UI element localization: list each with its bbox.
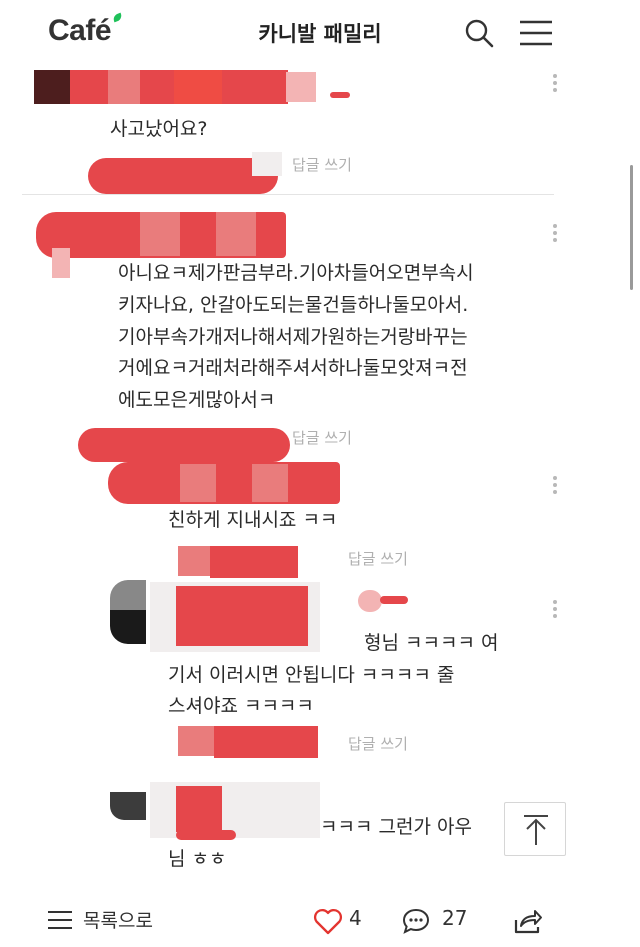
redaction-block: [286, 72, 316, 102]
redacted-date: [88, 158, 278, 194]
redaction-block: [52, 248, 70, 278]
reply-button[interactable]: 답글 쓰기: [348, 733, 408, 754]
like-count: 4: [349, 906, 362, 930]
redacted-avatar: [110, 580, 146, 610]
redaction-block: [180, 464, 216, 502]
divider: [22, 194, 554, 195]
redaction-block: [222, 70, 288, 104]
redaction-block: [216, 212, 256, 256]
comment-text-line: 님 ㅎㅎ: [168, 848, 227, 870]
comment-text-line: 형님 ㅋㅋㅋㅋ 여: [364, 632, 499, 654]
scroll-to-top-button[interactable]: [504, 802, 566, 856]
redacted-date: [178, 546, 210, 576]
reply-button[interactable]: 답글 쓰기: [292, 154, 352, 175]
list-button-label[interactable]: 목록으로: [83, 906, 153, 933]
list-icon[interactable]: [48, 909, 72, 931]
redaction-block: [176, 830, 236, 840]
redaction-block: [252, 152, 282, 176]
speech-bubble-icon[interactable]: [402, 908, 430, 934]
comment-count: 27: [442, 906, 468, 930]
redacted-author: [176, 786, 222, 832]
redacted-avatar: [34, 70, 72, 104]
scroll-indicator[interactable]: [630, 165, 633, 290]
more-options-icon[interactable]: [552, 476, 558, 498]
redaction-block: [140, 212, 180, 256]
search-icon[interactable]: [464, 18, 494, 48]
redaction-block: [140, 70, 175, 104]
redacted-author: [108, 462, 340, 504]
redaction-block: [214, 726, 318, 758]
comment-text-line: ㅋㅋㅋ 그런가 아우: [320, 816, 472, 838]
comment-text: 사고났어요?: [110, 118, 208, 140]
redaction-block: [380, 596, 408, 604]
more-options-icon[interactable]: [552, 74, 558, 96]
comment-text-line: 거에요ㅋ거래처라해주셔서하나둘모앗져ㅋ전: [118, 357, 468, 379]
comment-text-line: 기서 이러시면 안됩니다 ㅋㅋㅋㅋ 줄: [168, 664, 455, 686]
redaction-block: [108, 70, 143, 104]
redacted-author: [70, 70, 110, 104]
hamburger-menu-icon[interactable]: [519, 19, 553, 47]
comment-text-line: 에도모은게많아서ㅋ: [118, 389, 276, 411]
redacted-avatar: [110, 792, 146, 820]
redaction-block: [110, 610, 146, 644]
redacted-author: [176, 586, 308, 646]
arrow-up-icon: [524, 815, 548, 845]
comment-text-line: 아니요ㅋ제가판금부라.기아차들어오면부속시: [118, 262, 474, 284]
reply-button[interactable]: 답글 쓰기: [292, 427, 352, 448]
reply-button[interactable]: 답글 쓰기: [348, 548, 408, 569]
comment-text-line: 기아부속가개저나해서제가원하는거랑바꾸는: [118, 326, 468, 348]
share-icon[interactable]: [513, 907, 543, 935]
comment-text-line: 스셔야죠 ㅋㅋㅋㅋ: [168, 695, 314, 717]
app-header: Café 카니발 패밀리: [0, 0, 640, 68]
comment-text: 친하게 지내시죠 ㅋㅋ: [168, 509, 338, 531]
more-options-icon[interactable]: [552, 224, 558, 246]
redaction-block: [252, 464, 288, 502]
more-options-icon[interactable]: [552, 600, 558, 622]
redaction-block: [358, 590, 382, 612]
redaction-block: [210, 546, 298, 578]
redacted-date: [78, 428, 290, 462]
redacted-date: [178, 726, 214, 756]
redaction-block: [330, 92, 350, 98]
redaction-block: [174, 70, 224, 104]
comment-text-line: 키자나요, 안갈아도되는물건들하나둘모아서.: [118, 294, 469, 316]
heart-icon[interactable]: [313, 907, 343, 935]
